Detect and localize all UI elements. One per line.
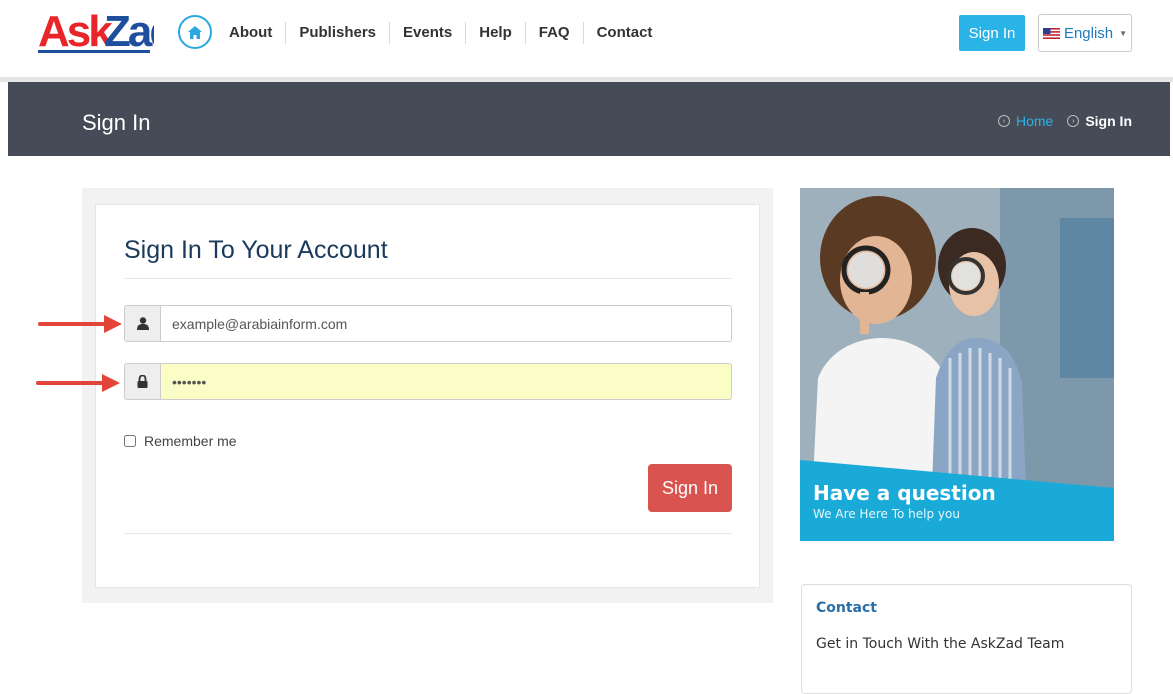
nav-about[interactable]: About <box>216 21 285 45</box>
contact-text: Get in Touch With the AskZad Team <box>816 636 1065 652</box>
home-icon <box>188 25 202 39</box>
password-input-group <box>124 363 732 400</box>
user-icon <box>136 317 149 330</box>
nav-faq[interactable]: FAQ <box>526 21 583 45</box>
promo-subtitle: We Are Here To help you <box>813 507 960 521</box>
nav-publishers[interactable]: Publishers <box>286 21 389 45</box>
nav-help[interactable]: Help <box>466 21 525 45</box>
nav-events[interactable]: Events <box>390 21 465 45</box>
remember-me-checkbox[interactable] <box>124 435 136 447</box>
nav-contact[interactable]: Contact <box>584 21 666 45</box>
username-input-group <box>124 305 732 342</box>
annotation-arrow-username <box>38 315 122 333</box>
logo-zad: Zad <box>104 7 154 54</box>
password-field[interactable] <box>160 363 732 400</box>
askzad-logo[interactable]: Ask Zad <box>38 6 154 54</box>
askzad-logo-graphic: Ask Zad <box>38 7 154 54</box>
breadcrumb-home-link[interactable]: Home <box>1016 113 1053 129</box>
page-title: Sign In <box>82 110 151 135</box>
breadcrumb-current: Sign In <box>1085 113 1132 129</box>
promo-title: Have a question <box>813 481 996 505</box>
us-flag-icon <box>1042 27 1060 39</box>
sign-in-submit-button[interactable]: Sign In <box>648 464 732 512</box>
logo-underline <box>38 50 150 53</box>
language-dropdown[interactable]: English ▼ <box>1038 14 1132 52</box>
username-addon <box>124 305 160 342</box>
username-field[interactable] <box>160 305 732 342</box>
remember-me-label: Remember me <box>144 433 237 449</box>
annotation-arrow-password <box>36 374 120 392</box>
chevron-circle-icon: › <box>997 115 1010 127</box>
logo-ask: Ask <box>38 7 113 54</box>
site-header: Ask Zad About Publishers Events Help FAQ… <box>0 0 1173 78</box>
caret-down-icon: ▼ <box>1119 28 1128 38</box>
contact-box: Contact Get in Touch With the AskZad Tea… <box>801 584 1132 694</box>
lock-icon <box>137 375 148 388</box>
signin-form-card: Sign In To Your Account Remember me Sign… <box>95 204 760 588</box>
remember-me[interactable]: Remember me <box>124 433 237 449</box>
main-nav: About Publishers Events Help FAQ Contact <box>216 21 665 45</box>
header-sign-in-button[interactable]: Sign In <box>959 15 1025 51</box>
language-label: English <box>1063 24 1114 42</box>
page-title-bar: Sign In › Home › Sign In <box>8 82 1170 156</box>
have-a-question-banner[interactable]: Have a question We Are Here To help you <box>800 188 1114 541</box>
form-bottom-divider <box>124 533 732 534</box>
home-button[interactable] <box>178 15 212 49</box>
form-heading: Sign In To Your Account <box>124 236 388 264</box>
promo-text: Have a question We Are Here To help you <box>813 481 996 521</box>
password-addon <box>124 363 160 400</box>
heading-divider <box>124 278 732 279</box>
breadcrumb: › Home › Sign In <box>997 113 1132 129</box>
chevron-circle-icon: › <box>1067 115 1080 127</box>
contact-title[interactable]: Contact <box>816 600 877 616</box>
